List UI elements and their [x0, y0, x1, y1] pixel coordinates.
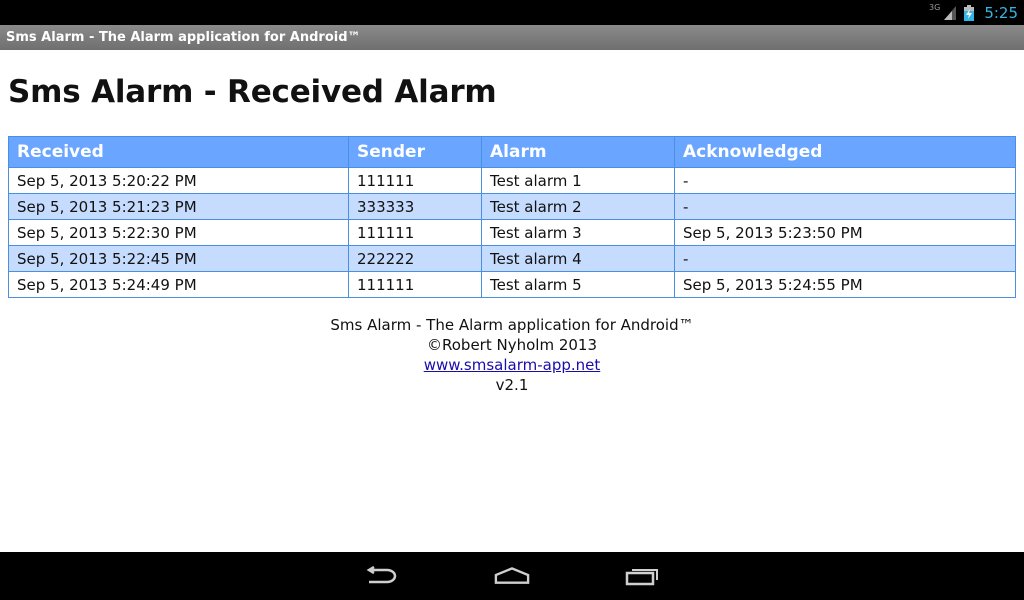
app-title: Sms Alarm - The Alarm application for An… — [6, 30, 361, 45]
home-icon — [494, 567, 530, 584]
network-type-label: 3G — [929, 3, 941, 12]
cell-sender: 111111 — [348, 271, 482, 298]
cell-acknowledged: Sep 5, 2013 5:24:55 PM — [674, 271, 1016, 298]
table-row[interactable]: Sep 5, 2013 5:24:49 PM 111111 Test alarm… — [8, 271, 1016, 298]
battery-charging-icon — [964, 4, 975, 21]
cell-acknowledged: - — [674, 167, 1016, 194]
cell-sender: 222222 — [348, 245, 482, 272]
cell-acknowledged: - — [674, 193, 1016, 220]
app-title-bar: Sms Alarm - The Alarm application for An… — [0, 25, 1024, 50]
cell-received: Sep 5, 2013 5:20:22 PM — [8, 167, 349, 194]
recent-apps-icon — [625, 569, 658, 586]
cell-received: Sep 5, 2013 5:22:30 PM — [8, 219, 349, 246]
page-footer: Sms Alarm - The Alarm application for An… — [8, 315, 1016, 395]
website-link[interactable]: www.smsalarm-app.net — [424, 356, 601, 374]
signal-icon — [944, 5, 957, 20]
cell-acknowledged: - — [674, 245, 1016, 272]
table-row[interactable]: Sep 5, 2013 5:22:45 PM 222222 Test alarm… — [8, 245, 1016, 272]
cell-alarm: Test alarm 4 — [481, 245, 675, 272]
column-header-acknowledged: Acknowledged — [674, 136, 1016, 168]
back-button[interactable] — [363, 564, 399, 588]
navigation-bar — [0, 552, 1024, 600]
cell-alarm: Test alarm 3 — [481, 219, 675, 246]
table-header-row: Received Sender Alarm Acknowledged — [8, 136, 1016, 168]
column-header-received: Received — [8, 136, 349, 168]
cell-received: Sep 5, 2013 5:24:49 PM — [8, 271, 349, 298]
cell-sender: 111111 — [348, 219, 482, 246]
main-content: Sms Alarm - Received Alarm Received Send… — [0, 50, 1024, 552]
footer-copyright: ©Robert Nyholm 2013 — [427, 336, 597, 354]
table-row[interactable]: Sep 5, 2013 5:22:30 PM 111111 Test alarm… — [8, 219, 1016, 246]
table-row[interactable]: Sep 5, 2013 5:21:23 PM 333333 Test alarm… — [8, 193, 1016, 220]
status-bar: 3G 5:25 — [0, 0, 1024, 25]
cell-acknowledged: Sep 5, 2013 5:23:50 PM — [674, 219, 1016, 246]
cell-received: Sep 5, 2013 5:21:23 PM — [8, 193, 349, 220]
page-title: Sms Alarm - Received Alarm — [8, 74, 497, 110]
cell-alarm: Test alarm 5 — [481, 271, 675, 298]
recent-apps-button[interactable] — [625, 564, 661, 588]
column-header-alarm: Alarm — [481, 136, 675, 168]
back-icon — [366, 566, 397, 584]
cell-sender: 111111 — [348, 167, 482, 194]
cell-alarm: Test alarm 1 — [481, 167, 675, 194]
home-button[interactable] — [494, 564, 530, 588]
table-row[interactable]: Sep 5, 2013 5:20:22 PM 111111 Test alarm… — [8, 167, 1016, 194]
footer-version: v2.1 — [495, 376, 529, 394]
footer-app-name: Sms Alarm - The Alarm application for An… — [330, 316, 694, 334]
cell-alarm: Test alarm 2 — [481, 193, 675, 220]
clock: 5:25 — [984, 3, 1018, 22]
cell-received: Sep 5, 2013 5:22:45 PM — [8, 245, 349, 272]
received-alarms-table: Received Sender Alarm Acknowledged Sep 5… — [8, 136, 1016, 298]
cell-sender: 333333 — [348, 193, 482, 220]
column-header-sender: Sender — [348, 136, 482, 168]
